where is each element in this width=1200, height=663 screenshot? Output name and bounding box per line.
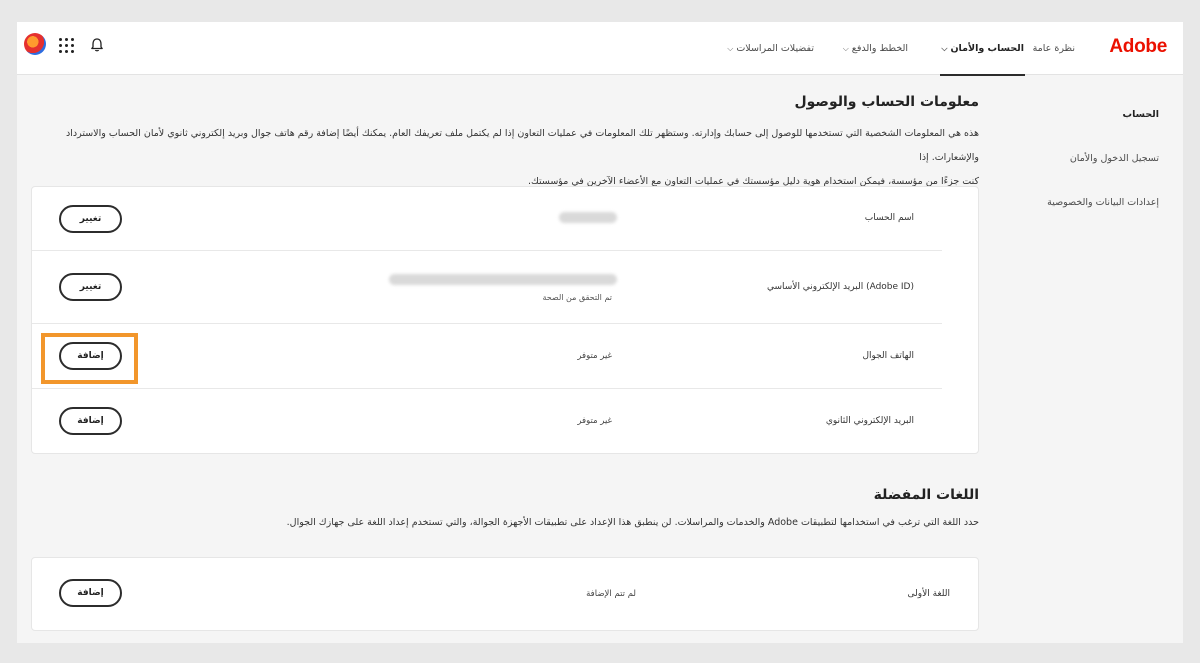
change-primary-email-button[interactable]: تغيير [59, 273, 122, 301]
sidebar-item-sign-in-security[interactable]: تسجيل الدخول والأمان [1070, 153, 1159, 164]
languages-card: اللغة الأولى لم تتم الإضافة إضافة [31, 557, 979, 631]
first-language-value: لم تتم الإضافة [586, 589, 636, 599]
nav-tab-label: نظرة عامة [1032, 43, 1075, 54]
add-first-language-button[interactable]: إضافة [59, 579, 122, 607]
row-label: اللغة الأولى [907, 589, 950, 599]
row-label: البريد الإلكتروني الثانوي [825, 416, 914, 426]
verified-status: تم التحقق من الصحة [542, 293, 612, 302]
bell-icon[interactable] [89, 37, 105, 53]
top-nav-bar: Adobe نظرة عامة ⌵ الحساب والأمان ⌵ الخطط… [17, 22, 1183, 76]
nav-tab-label: الخطط والدفع [851, 43, 908, 54]
nav-tab-label: تفضيلات المراسلات [736, 43, 814, 54]
primary-email-row: البريد الإلكتروني الأساسي (Adobe ID) تم … [32, 251, 942, 324]
chevron-down-icon: ⌵ [941, 43, 948, 53]
account-section-description: هذه هي المعلومات الشخصية التي تستخدمها ل… [19, 122, 979, 194]
account-name-value-redacted [559, 212, 617, 223]
apps-grid-icon[interactable] [59, 38, 74, 53]
nav-tab-communication-preferences[interactable]: ⌵ تفضيلات المراسلات [727, 22, 814, 75]
active-tab-indicator [940, 74, 1025, 76]
secondary-email-row: البريد الإلكتروني الثانوي غير متوفر إضاف… [32, 389, 942, 455]
row-label: اسم الحساب [864, 213, 914, 223]
description-line: هذه هي المعلومات الشخصية التي تستخدمها ل… [66, 128, 979, 163]
secondary-email-value: غير متوفر [577, 416, 612, 426]
mobile-phone-value: غير متوفر [577, 351, 612, 361]
sidebar-item-account[interactable]: الحساب [1123, 109, 1159, 120]
languages-section-title: اللغات المفضلة [873, 487, 979, 503]
nav-tab-account-security[interactable]: ⌵ الحساب والأمان [940, 22, 1025, 76]
adobe-logo[interactable]: Adobe [1109, 36, 1167, 58]
row-label: البريد الإلكتروني الأساسي (Adobe ID) [766, 282, 914, 292]
chevron-down-icon: ⌵ [842, 43, 849, 53]
nav-tab-label: الحساب والأمان [950, 43, 1024, 54]
mobile-phone-row: الهاتف الجوال غير متوفر إضافة [32, 324, 942, 389]
account-info-card: اسم الحساب تغيير البريد الإلكتروني الأسا… [31, 186, 979, 454]
primary-email-value-redacted [389, 274, 617, 285]
add-secondary-email-button[interactable]: إضافة [59, 407, 122, 435]
nav-tab-overview[interactable]: نظرة عامة [1033, 22, 1075, 75]
user-avatar[interactable] [24, 33, 46, 55]
row-label: الهاتف الجوال [862, 351, 914, 361]
account-name-row: اسم الحساب تغيير [32, 187, 942, 251]
languages-section-description: حدد اللغة التي ترغب في استخدامها لتطبيقا… [286, 517, 979, 528]
first-language-row: اللغة الأولى لم تتم الإضافة إضافة [32, 558, 978, 632]
change-account-name-button[interactable]: تغيير [59, 205, 122, 233]
nav-tab-plans-payment[interactable]: ⌵ الخطط والدفع [843, 22, 908, 75]
account-section-title: معلومات الحساب والوصول [794, 94, 979, 110]
app-window: Adobe نظرة عامة ⌵ الحساب والأمان ⌵ الخطط… [17, 22, 1183, 643]
sidebar-item-data-privacy[interactable]: إعدادات البيانات والخصوصية [1047, 197, 1159, 208]
chevron-down-icon: ⌵ [727, 43, 734, 53]
highlight-box [41, 333, 138, 384]
